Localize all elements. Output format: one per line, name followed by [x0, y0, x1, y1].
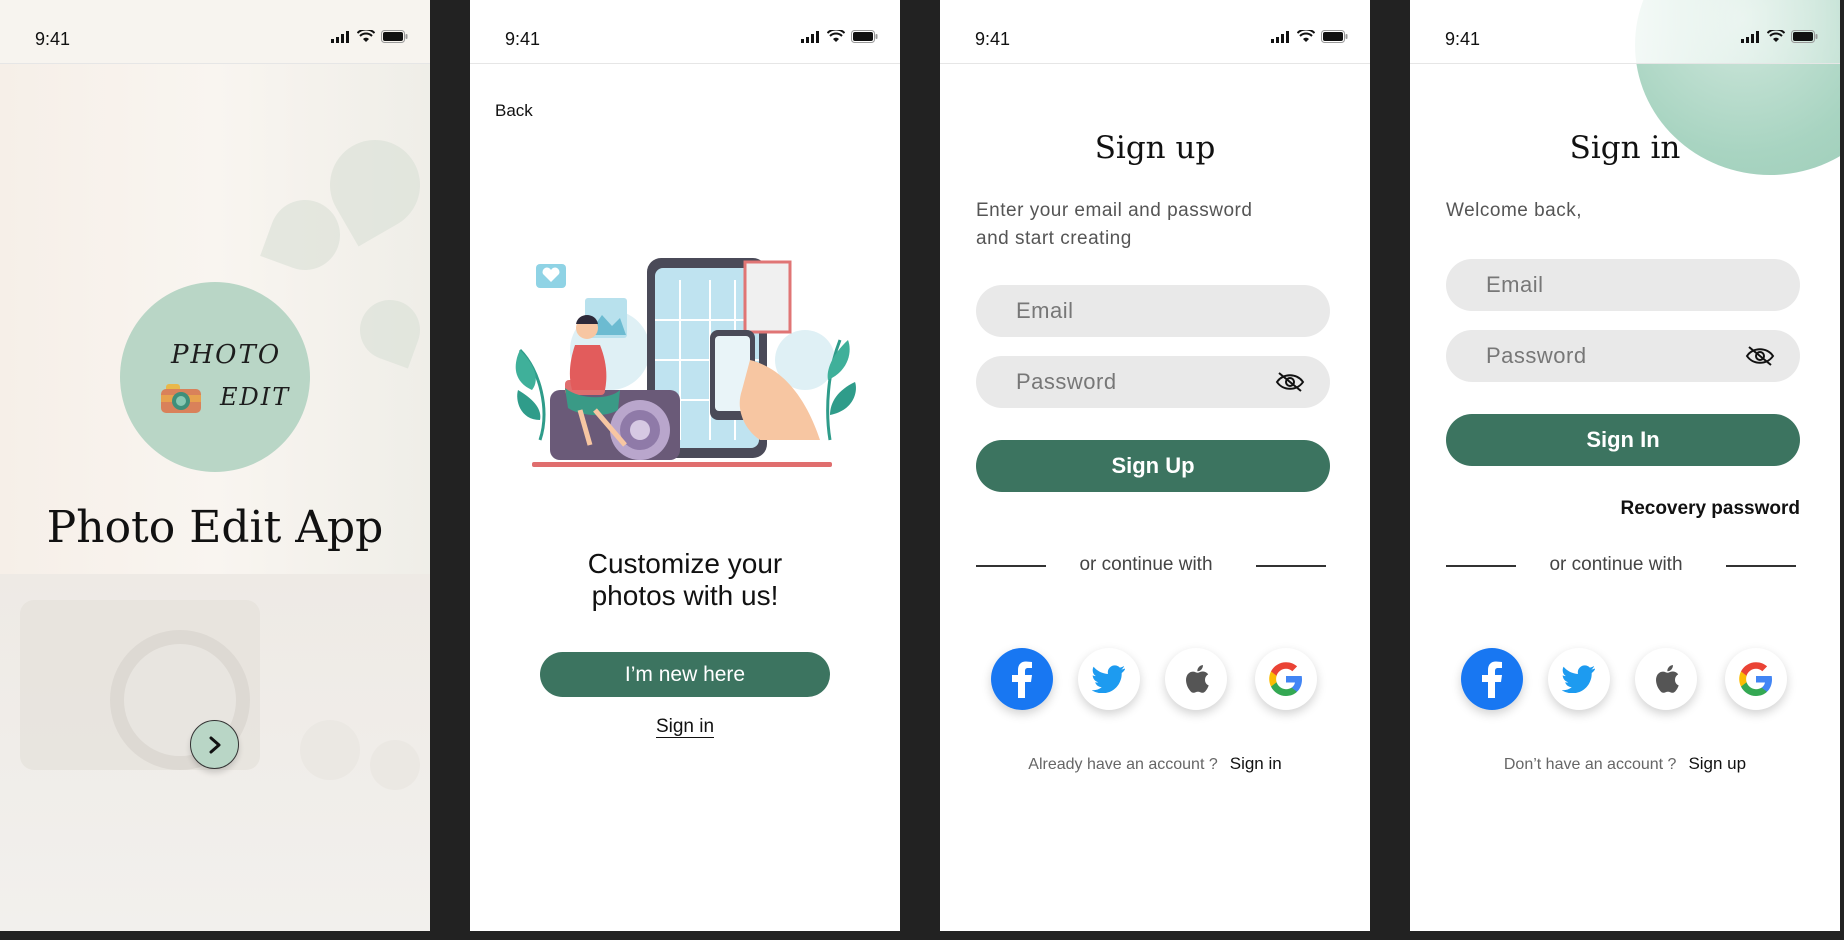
battery-icon [851, 30, 878, 43]
new-here-button[interactable]: I’m new here [540, 652, 830, 697]
twitter-button[interactable] [1548, 648, 1610, 710]
signal-icon [1271, 30, 1289, 43]
back-button[interactable]: Back [495, 101, 533, 121]
divider-line-right [1726, 565, 1796, 567]
recovery-password-link[interactable]: Recovery password [1620, 498, 1800, 520]
sign-in-link-wrapper: Sign in [470, 716, 900, 738]
apple-button[interactable] [1165, 648, 1227, 710]
google-icon [1269, 662, 1302, 696]
status-time: 9:41 [35, 29, 71, 49]
apple-button[interactable] [1635, 648, 1697, 710]
status-time: 9:41 [975, 29, 1011, 49]
signin-screen: 9:41 Sign in Welcome back, Sign In Recov… [1410, 0, 1840, 931]
battery-icon [381, 30, 408, 43]
twitter-icon [1092, 665, 1125, 693]
footer-text: Don’t have an account ? [1503, 756, 1677, 773]
divider: or continue with [1446, 554, 1796, 578]
wifi-icon [357, 30, 375, 42]
headline-line-2: photos with us! [591, 580, 779, 611]
signin-footer: Don’t have an account ? Sign up [1410, 754, 1840, 774]
facebook-button[interactable] [1461, 648, 1523, 710]
logo-text-edit: EDIT [220, 383, 291, 411]
battery-icon [1321, 30, 1348, 43]
page-title: Sign up [1094, 130, 1216, 166]
sign-up-link[interactable]: Sign up [1688, 754, 1746, 773]
app-logo: PHOTO EDIT [120, 282, 310, 472]
wifi-icon [1297, 30, 1315, 42]
onboarding-headline: Customize your photos with us! [470, 548, 900, 612]
google-button[interactable] [1255, 648, 1317, 710]
eye-off-icon[interactable] [1275, 371, 1305, 393]
sign-up-button[interactable]: Sign Up [976, 440, 1330, 492]
page-title: Sign in [1569, 130, 1681, 166]
background-ball [370, 740, 420, 790]
facebook-button[interactable] [991, 648, 1053, 710]
signup-screen: 9:41 Sign up Enter your email and passwo… [940, 0, 1370, 931]
headline-line-1: Customize your [587, 548, 783, 579]
facebook-icon [991, 648, 1053, 710]
twitter-button[interactable] [1078, 648, 1140, 710]
signal-icon [1741, 30, 1759, 43]
apple-icon [1186, 665, 1209, 693]
status-bar: 9:41 [0, 0, 430, 64]
google-icon [1739, 662, 1772, 696]
status-bar: 9:41 [470, 0, 900, 64]
logo-text-photo: PHOTO [171, 340, 282, 370]
sign-in-link[interactable]: Sign in [655, 716, 715, 738]
subtitle-line-1: Enter your email and password [976, 200, 1253, 221]
signal-icon [331, 30, 349, 43]
splash-screen: 9:41 PHOTO EDIT Photo Edit App [0, 0, 430, 931]
sign-in-link[interactable]: Sign in [1230, 754, 1282, 773]
status-time: 9:41 [505, 29, 541, 49]
background-ball [300, 720, 360, 780]
status-bar: 9:41 [1410, 0, 1840, 64]
email-field[interactable] [976, 285, 1330, 337]
onboarding-screen: 9:41 Back Customize your photos with us!… [470, 0, 900, 931]
twitter-icon [1562, 665, 1595, 693]
google-button[interactable] [1725, 648, 1787, 710]
divider: or continue with [976, 554, 1326, 578]
camera-icon [161, 384, 201, 413]
email-field[interactable] [1446, 259, 1800, 311]
subtitle-line-2: and start creating [976, 228, 1132, 249]
sign-in-button[interactable]: Sign In [1446, 414, 1800, 466]
apple-icon [1656, 665, 1679, 693]
signup-footer: Already have an account ? Sign in [940, 754, 1370, 774]
divider-line-right [1256, 565, 1326, 567]
onboarding-illustration [515, 258, 856, 467]
signal-icon [801, 30, 819, 43]
chevron-right-icon [209, 736, 220, 753]
status-time: 9:41 [1445, 29, 1481, 49]
wifi-icon [1767, 30, 1785, 42]
app-title: Photo Edit App [46, 502, 384, 553]
footer-text: Already have an account ? [1028, 756, 1218, 773]
page-subtitle: Enter your email and password and start … [976, 197, 1252, 253]
page-subtitle: Welcome back, [1446, 200, 1583, 221]
facebook-icon [1461, 648, 1523, 710]
next-button[interactable] [190, 720, 239, 769]
eye-off-icon[interactable] [1745, 345, 1775, 367]
battery-icon [1791, 30, 1818, 43]
wifi-icon [827, 30, 845, 42]
status-bar: 9:41 [940, 0, 1370, 64]
